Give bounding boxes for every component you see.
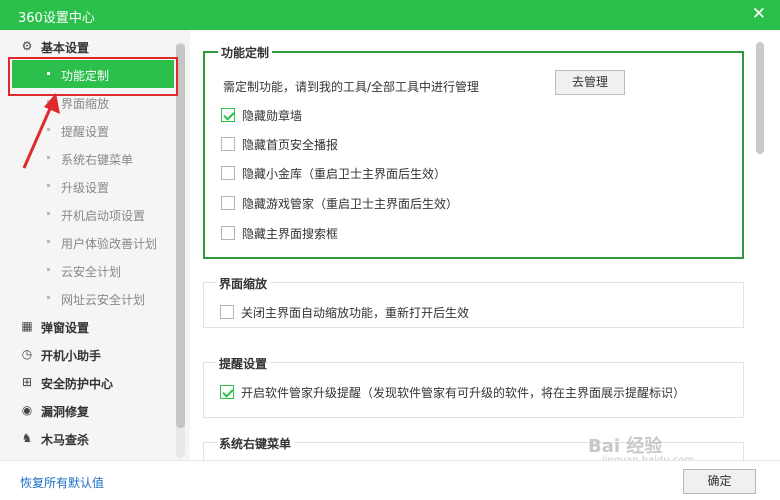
- bullet-icon: [47, 268, 50, 271]
- checkbox[interactable]: [220, 305, 234, 319]
- sidebar-item-startup[interactable]: 开机启动项设置: [0, 200, 175, 228]
- sidebar-group-label: 漏洞修复: [41, 405, 90, 419]
- sidebar-group-patch[interactable]: ◉ 漏洞修复: [0, 396, 175, 424]
- sidebar-scrollbar-thumb[interactable]: [176, 44, 185, 428]
- sidebar-item-upgrade[interactable]: 升级设置: [0, 172, 175, 200]
- checkbox[interactable]: [221, 108, 235, 122]
- sidebar-item-label: 开机启动项设置: [61, 209, 146, 223]
- sidebar-group-trojan[interactable]: ♞ 木马查杀: [0, 424, 175, 452]
- checkbox[interactable]: [221, 226, 235, 240]
- sidebar-item-label: 系统右键菜单: [61, 153, 134, 167]
- remind-section-title: 提醒设置: [216, 355, 271, 372]
- sidebar-item-label: 云安全计划: [61, 265, 122, 279]
- sidebar-group-label: 开机小助手: [41, 349, 102, 363]
- zoom-section: 界面缩放 关闭主界面自动缩放功能，重新打开后生效: [203, 275, 744, 328]
- patch-icon: ◉: [21, 403, 33, 417]
- sidebar-item-zoom[interactable]: 界面缩放: [0, 88, 175, 116]
- option-label: 隐藏主界面搜索框: [242, 227, 339, 241]
- context-menu-section: 系统右键菜单: [203, 435, 744, 462]
- feature-section-title: 功能定制: [218, 44, 273, 61]
- sidebar-item-label: 升级设置: [61, 181, 110, 195]
- bullet-icon: [47, 72, 50, 75]
- gear-icon: ⚙: [21, 39, 33, 53]
- restore-defaults-link[interactable]: 恢复所有默认值: [20, 474, 104, 491]
- bullet-icon: [47, 240, 50, 243]
- checkbox[interactable]: [221, 137, 235, 151]
- horse-icon: ♞: [21, 431, 33, 445]
- sidebar-group-label: 木马查杀: [41, 433, 90, 447]
- sidebar-scrollbar[interactable]: [176, 42, 185, 458]
- content-scrollbar[interactable]: [753, 42, 767, 458]
- checkbox[interactable]: [221, 196, 235, 210]
- sidebar-item-label: 用户体验改善计划: [61, 237, 158, 251]
- popup-icon: ▦: [21, 319, 33, 333]
- sidebar-item-remind[interactable]: 提醒设置: [0, 116, 175, 144]
- checkbox[interactable]: [221, 166, 235, 180]
- sidebar-item-ux-plan[interactable]: 用户体验改善计划: [0, 228, 175, 256]
- feature-section: 功能定制 需定制功能，请到我的工具/全部工具中进行管理 去管理 隐藏勋章墙 隐藏…: [203, 44, 744, 259]
- checkbox[interactable]: [220, 385, 234, 399]
- sidebar-group-boot-assistant[interactable]: ◷ 开机小助手: [0, 340, 175, 368]
- zoom-section-title: 界面缩放: [216, 275, 271, 292]
- option-label: 开启软件管家升级提醒（发现软件管家有可升级的软件，将在主界面展示提醒标识）: [241, 386, 686, 400]
- bullet-icon: [47, 184, 50, 187]
- sidebar-item-feature[interactable]: 功能定制: [12, 60, 174, 88]
- close-icon[interactable]: ✕: [752, 4, 766, 24]
- bullet-icon: [47, 296, 50, 299]
- feature-description: 需定制功能，请到我的工具/全部工具中进行管理: [223, 80, 480, 94]
- sidebar-item-label: 界面缩放: [61, 97, 110, 111]
- sidebar-item-url-cloud[interactable]: 网址云安全计划: [0, 284, 175, 312]
- sidebar-item-label: 功能定制: [61, 69, 110, 83]
- remind-section: 提醒设置 开启软件管家升级提醒（发现软件管家有可升级的软件，将在主界面展示提醒标…: [203, 355, 744, 418]
- settings-content: 功能定制 需定制功能，请到我的工具/全部工具中进行管理 去管理 隐藏勋章墙 隐藏…: [190, 30, 780, 462]
- bullet-icon: [47, 212, 50, 215]
- sidebar: ⚙ 基本设置 功能定制 界面缩放 提醒设置 系统右键菜单 升级设置 开机启动项设…: [0, 30, 190, 462]
- sidebar-group-protection[interactable]: ⊞ 安全防护中心: [0, 368, 175, 396]
- sidebar-item-cloud-security[interactable]: 云安全计划: [0, 256, 175, 284]
- ok-button[interactable]: 确定: [683, 469, 756, 494]
- manage-button[interactable]: 去管理: [555, 70, 625, 95]
- sidebar-group-basic[interactable]: ⚙ 基本设置: [0, 32, 175, 60]
- sidebar-item-label: 网址云安全计划: [61, 293, 146, 307]
- footer: 恢复所有默认值 确定: [0, 460, 780, 500]
- timer-icon: ◷: [21, 347, 33, 361]
- sidebar-item-context-menu[interactable]: 系统右键菜单: [0, 144, 175, 172]
- option-label: 隐藏游戏管家（重启卫士主界面后生效）: [242, 197, 459, 211]
- bullet-icon: [47, 100, 50, 103]
- bullet-icon: [47, 156, 50, 159]
- sidebar-group-popup[interactable]: ▦ 弹窗设置: [0, 312, 175, 340]
- option-label: 关闭主界面自动缩放功能，重新打开后生效: [241, 306, 470, 320]
- shield-grid-icon: ⊞: [21, 375, 33, 389]
- sidebar-group-label: 基本设置: [41, 41, 90, 55]
- option-label: 隐藏首页安全播报: [242, 138, 339, 152]
- sidebar-group-label: 弹窗设置: [41, 321, 90, 335]
- bullet-icon: [47, 128, 50, 131]
- sidebar-group-label: 安全防护中心: [41, 377, 114, 391]
- sidebar-item-label: 提醒设置: [61, 125, 110, 139]
- window-title: 360设置中心: [18, 11, 95, 26]
- option-label: 隐藏小金库（重启卫士主界面后生效）: [242, 167, 447, 181]
- title-bar: 360设置中心 ✕: [0, 0, 780, 30]
- content-scrollbar-thumb[interactable]: [756, 42, 764, 154]
- option-label: 隐藏勋章墙: [242, 109, 303, 123]
- context-menu-section-title: 系统右键菜单: [216, 435, 295, 452]
